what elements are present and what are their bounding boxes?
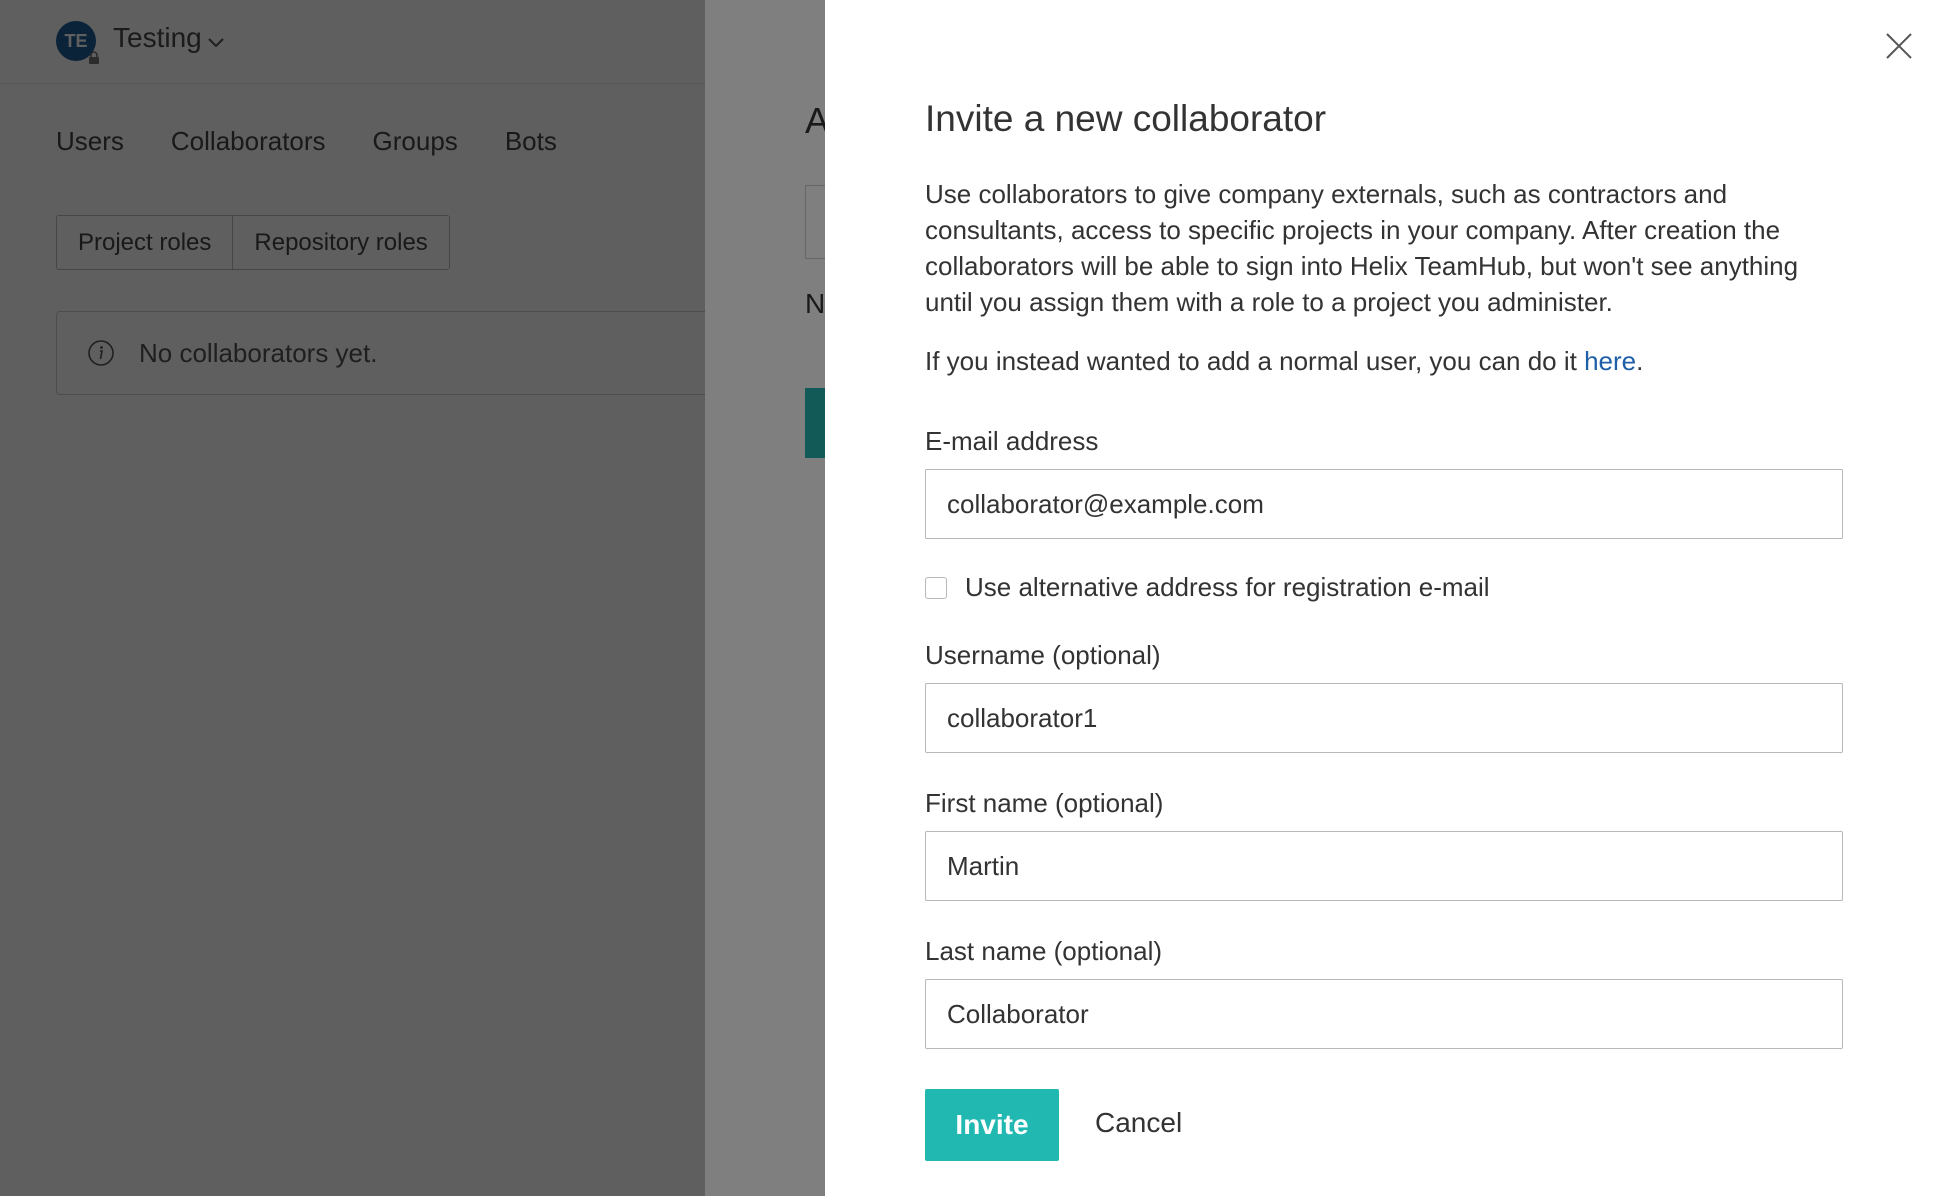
email-field[interactable] (925, 469, 1843, 539)
alt-address-row: Use alternative address for registration… (925, 572, 1490, 603)
alt-address-label[interactable]: Use alternative address for registration… (965, 572, 1490, 603)
invite-collaborator-modal: Invite a new collaborator Use collaborat… (825, 0, 1938, 1196)
normal-user-note: If you instead wanted to add a normal us… (925, 346, 1643, 377)
modal-title: Invite a new collaborator (925, 98, 1327, 139)
last-name-field[interactable] (925, 979, 1843, 1049)
normal-user-link[interactable]: here (1584, 346, 1636, 376)
cancel-button[interactable]: Cancel (1095, 1107, 1182, 1139)
modal-backdrop-left (0, 0, 705, 1196)
first-name-field[interactable] (925, 831, 1843, 901)
last-name-label: Last name (optional) (925, 936, 1163, 966)
close-icon[interactable] (1883, 30, 1915, 62)
first-name-label: First name (optional) (925, 788, 1164, 818)
username-label: Username (optional) (925, 640, 1161, 670)
username-field[interactable] (925, 683, 1843, 753)
normal-user-note-text: If you instead wanted to add a normal us… (925, 346, 1585, 376)
invite-button[interactable]: Invite (925, 1089, 1059, 1161)
normal-user-note-suffix: . (1636, 346, 1644, 376)
email-label: E-mail address (925, 426, 1099, 456)
alt-address-checkbox[interactable] (925, 576, 947, 599)
modal-description: Use collaborators to give company extern… (925, 179, 1799, 317)
